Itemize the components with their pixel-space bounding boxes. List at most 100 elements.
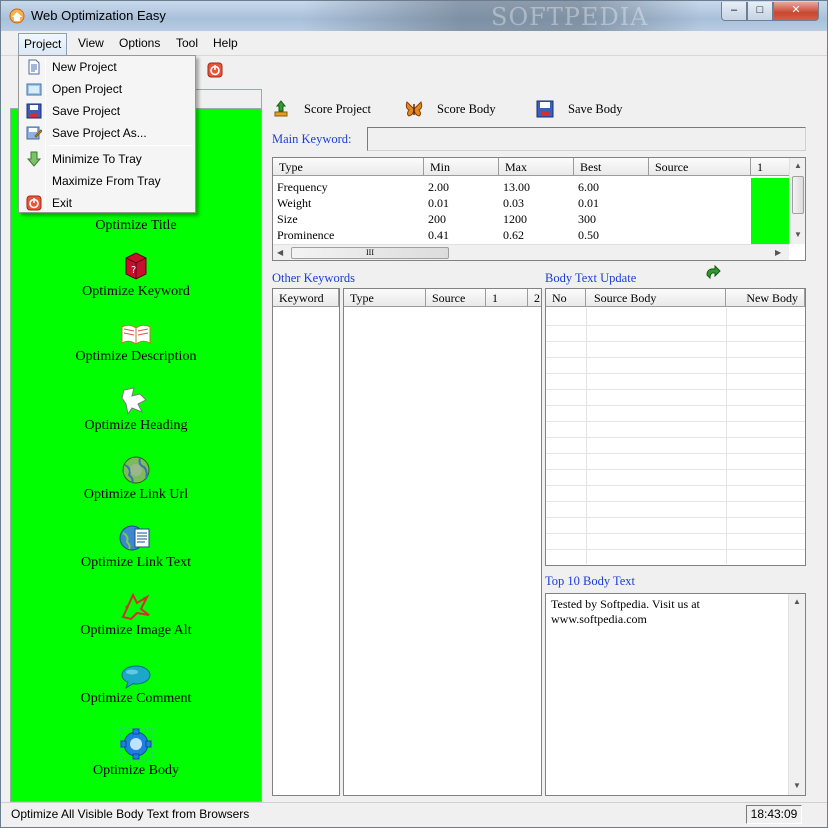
- menu-item-label: Minimize To Tray: [52, 152, 142, 166]
- heading-icon: [121, 387, 147, 416]
- body-text-update-table[interactable]: No Source Body New Body: [545, 288, 806, 566]
- column-header-new-body[interactable]: New Body: [726, 289, 805, 307]
- top10-vertical-scrollbar[interactable]: ▲ ▼: [788, 594, 805, 795]
- menu-project[interactable]: Project: [18, 33, 68, 56]
- row-type: Weight: [277, 196, 312, 210]
- optimize-link-url-item[interactable]: Optimize Link Url: [11, 455, 261, 503]
- column-header-source[interactable]: Source: [426, 289, 486, 307]
- score-project-icon: [274, 100, 288, 117]
- top10-body-textarea[interactable]: Tested by Softpedia. Visit us at www.sof…: [545, 593, 806, 796]
- optimize-comment-item[interactable]: Optimize Comment: [11, 663, 261, 707]
- watermark-text: SOFTPEDIA: [491, 3, 649, 31]
- column-header-no[interactable]: No: [546, 289, 586, 307]
- title-bar[interactable]: Web Optimization Easy SOFTPEDIA – □ ✕: [1, 1, 827, 31]
- maximize-button[interactable]: □: [747, 2, 773, 21]
- floppy-disk-icon: [536, 100, 554, 118]
- score-body-button[interactable]: Score Body: [405, 100, 505, 120]
- menu-help[interactable]: Help: [213, 36, 238, 50]
- optimize-heading-item[interactable]: Optimize Heading: [11, 386, 261, 434]
- menu-item-new-project[interactable]: New Project: [21, 56, 193, 78]
- column-header-1[interactable]: 1: [486, 289, 528, 307]
- top10-text-line: www.softpedia.com: [551, 612, 647, 626]
- save-body-button[interactable]: Save Body: [536, 100, 636, 120]
- project-menu: New Project Open Project Save Project Sa…: [18, 55, 196, 213]
- optimize-description-item[interactable]: Optimize Description: [11, 321, 261, 365]
- column-header-min[interactable]: Min: [424, 158, 499, 176]
- row-best: 0.50: [578, 228, 599, 242]
- grid-line: [546, 517, 805, 518]
- menu-item-open-project[interactable]: Open Project: [21, 78, 193, 100]
- close-button[interactable]: ✕: [773, 2, 819, 21]
- status-clock: 18:43:09: [746, 805, 802, 824]
- scroll-left-icon[interactable]: ◀: [277, 248, 283, 257]
- menu-item-minimize-to-tray[interactable]: Minimize To Tray: [21, 148, 193, 170]
- grid-line: [586, 308, 587, 564]
- row-min: 0.01: [428, 196, 449, 210]
- window-title: Web Optimization Easy: [31, 8, 166, 23]
- column-header-2[interactable]: 2: [528, 289, 541, 307]
- row-best: 0.01: [578, 196, 599, 210]
- scroll-up-icon[interactable]: ▲: [793, 597, 801, 606]
- optimize-image-alt-item[interactable]: Optimize Image Alt: [11, 591, 261, 639]
- column-header-keyword[interactable]: Keyword: [273, 289, 339, 307]
- column-header-type[interactable]: Type: [344, 289, 426, 307]
- row-min: 2.00: [428, 180, 449, 194]
- score-body-label: Score Body: [437, 102, 496, 116]
- optimize-keyword-item[interactable]: ? Optimize Keyword: [11, 250, 261, 300]
- scroll-right-icon[interactable]: ▶: [775, 248, 781, 257]
- menu-item-save-project-as[interactable]: Save Project As...: [21, 122, 193, 144]
- source-color-cell: [751, 178, 789, 244]
- menu-item-label: New Project: [52, 60, 117, 74]
- main-keyword-label: Main Keyword:: [272, 132, 352, 146]
- top10-text-line: Tested by Softpedia. Visit us at: [551, 597, 700, 611]
- menu-item-save-project[interactable]: Save Project: [21, 100, 193, 122]
- scroll-thumb[interactable]: [792, 176, 804, 214]
- grid-line: [546, 469, 805, 470]
- metrics-vertical-scrollbar[interactable]: ▲ ▼: [789, 158, 805, 244]
- grid-line: [546, 341, 805, 342]
- grid-line: [546, 357, 805, 358]
- row-type: Frequency: [277, 180, 328, 194]
- menu-item-label: Exit: [52, 196, 73, 210]
- grid-line: [546, 405, 805, 406]
- status-text: Optimize All Visible Body Text from Brow…: [11, 807, 250, 821]
- refresh-icon[interactable]: [704, 265, 722, 281]
- row-type: Prominence: [277, 228, 335, 242]
- keyword-list[interactable]: Keyword: [272, 288, 340, 796]
- column-header-max[interactable]: Max: [499, 158, 574, 176]
- column-header-source-body[interactable]: Source Body: [586, 289, 726, 307]
- menu-item-label: Open Project: [52, 82, 123, 96]
- grid-line: [546, 549, 805, 550]
- column-header-1[interactable]: 1: [751, 158, 791, 176]
- grid-line: [546, 437, 805, 438]
- other-keywords-table[interactable]: Type Source 1 2: [343, 288, 542, 796]
- menu-options[interactable]: Options: [119, 36, 160, 50]
- optimize-keyword-label: Optimize Keyword: [82, 284, 190, 299]
- scroll-thumb[interactable]: III: [291, 247, 449, 259]
- scroll-up-icon[interactable]: ▲: [794, 161, 802, 170]
- metrics-table[interactable]: Type Min Max Best Source 1 Frequency 2.0…: [272, 157, 806, 261]
- menu-view[interactable]: View: [78, 36, 104, 50]
- optimize-body-item[interactable]: Optimize Body: [11, 727, 261, 779]
- optimize-title-item[interactable]: Optimize Title: [11, 218, 261, 234]
- minimize-button[interactable]: –: [721, 2, 747, 21]
- menu-tool[interactable]: Tool: [176, 36, 198, 50]
- column-header-type[interactable]: Type: [273, 158, 424, 176]
- optimize-description-label: Optimize Description: [75, 349, 197, 364]
- main-keyword-input[interactable]: [367, 127, 806, 151]
- grid-line: [546, 389, 805, 390]
- menu-item-exit[interactable]: Exit: [21, 192, 193, 214]
- metrics-horizontal-scrollbar[interactable]: ◀ III ▶: [273, 244, 789, 260]
- column-header-source[interactable]: Source: [649, 158, 751, 176]
- exit-icon[interactable]: [207, 62, 223, 78]
- row-best: 6.00: [578, 180, 599, 194]
- scroll-down-icon[interactable]: ▼: [793, 781, 801, 790]
- grid-line: [546, 373, 805, 374]
- menu-item-maximize-from-tray[interactable]: Maximize From Tray: [21, 170, 193, 192]
- column-header-best[interactable]: Best: [574, 158, 649, 176]
- scroll-down-icon[interactable]: ▼: [794, 230, 802, 239]
- optimize-link-text-item[interactable]: Optimize Link Text: [11, 523, 261, 571]
- floppy-disk-icon: [26, 103, 42, 119]
- score-project-button[interactable]: Score Project: [272, 100, 382, 120]
- optimize-comment-label: Optimize Comment: [80, 691, 192, 706]
